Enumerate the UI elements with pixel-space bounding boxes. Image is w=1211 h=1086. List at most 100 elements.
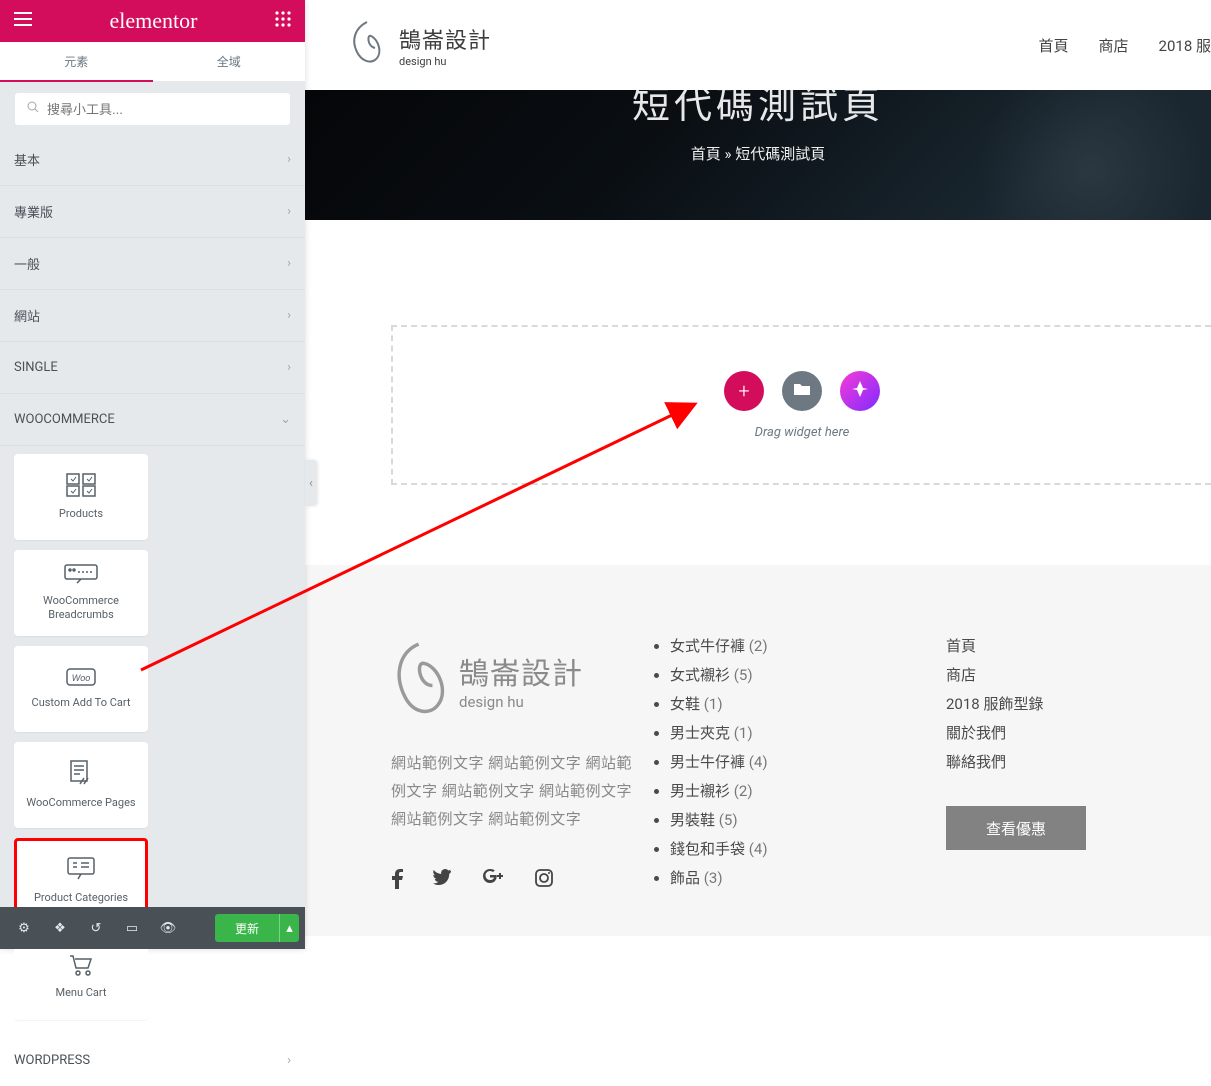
widget-label: WooCommerce Breadcrumbs: [15, 594, 147, 622]
history-button[interactable]: ↺: [78, 907, 114, 949]
panel-tabs: 元素 全域: [0, 42, 305, 82]
nav-catalog[interactable]: 2018 服: [1159, 35, 1211, 56]
settings-button[interactable]: ⚙: [6, 907, 42, 949]
svg-text:Woo: Woo: [72, 673, 91, 683]
list-item[interactable]: 飾品 (3): [670, 867, 946, 888]
collapse-panel-button[interactable]: ‹: [305, 460, 317, 506]
hamburger-icon[interactable]: [14, 12, 32, 30]
elementor-panel: elementor 元素 全域 基本 › 專業版 › 一般 › 網站 › S: [0, 0, 305, 949]
list-item[interactable]: 2018 服飾型錄: [946, 693, 1166, 714]
ai-icon: [851, 380, 869, 402]
tab-elements[interactable]: 元素: [0, 42, 153, 81]
category-general[interactable]: 一般 ›: [0, 238, 305, 290]
facebook-icon[interactable]: [391, 869, 403, 893]
panel-header: elementor: [0, 0, 305, 42]
widget-wc-breadcrumbs[interactable]: WooCommerce Breadcrumbs: [14, 550, 148, 636]
update-dropdown[interactable]: ▴: [279, 914, 299, 942]
footer-description: 網站範例文字 網站範例文字 網站範例文字 網站範例文字 網站範例文字 網站範例文…: [391, 749, 646, 833]
list-item[interactable]: 男裝鞋 (5): [670, 809, 946, 830]
tab-global[interactable]: 全域: [153, 42, 306, 81]
list-item[interactable]: 男士牛仔褲 (4): [670, 751, 946, 772]
preview-button[interactable]: 👁: [150, 907, 186, 949]
category-site[interactable]: 網站 ›: [0, 290, 305, 342]
crumb-sep: »: [721, 145, 735, 163]
site-nav: 首頁 商店 2018 服: [1039, 35, 1211, 56]
chevron-right-icon: ›: [287, 360, 291, 375]
chevron-right-icon: ›: [287, 204, 291, 219]
site-header: 鵠崙設計 design hu 首頁 商店 2018 服: [305, 0, 1211, 90]
google-plus-icon[interactable]: [483, 869, 505, 893]
add-template-button[interactable]: [782, 371, 822, 411]
navigator-button[interactable]: ❖: [42, 907, 78, 949]
gear-icon: ⚙: [18, 921, 30, 936]
chevron-right-icon: ›: [287, 1053, 291, 1068]
site-logo[interactable]: 鵠崙設計 design hu: [347, 20, 491, 70]
eye-icon: 👁: [160, 921, 177, 936]
chevron-right-icon: ›: [287, 308, 291, 323]
editor-section: + Drag widget here: [305, 220, 1211, 565]
list-item[interactable]: 女式牛仔褲 (2): [670, 635, 946, 656]
crumb-current: 短代碼測試頁: [735, 145, 825, 163]
preview-area: 鵠崙設計 design hu 首頁 商店 2018 服 短代碼測試頁 首頁 » …: [305, 0, 1211, 949]
chevron-right-icon: ›: [287, 256, 291, 271]
category-label: 基本: [14, 150, 40, 169]
nav-shop[interactable]: 商店: [1099, 35, 1129, 56]
list-item[interactable]: 錢包和手袋 (4): [670, 838, 946, 859]
list-item[interactable]: 男士夾克 (1): [670, 722, 946, 743]
widget-wc-pages[interactable]: WooCommerce Pages: [14, 742, 148, 828]
category-woocommerce[interactable]: WOOCOMMERCE ⌄: [0, 394, 305, 446]
panel-footer: ⚙ ❖ ↺ ▭ 👁 更新 ▴: [0, 907, 305, 949]
list-item[interactable]: 關於我們: [946, 722, 1166, 743]
folder-icon: [793, 382, 811, 400]
category-label: 專業版: [14, 202, 53, 221]
promo-button[interactable]: 查看優惠: [946, 806, 1086, 850]
category-label: WOOCOMMERCE: [14, 412, 115, 427]
drop-zone[interactable]: + Drag widget here: [391, 325, 1211, 485]
list-item[interactable]: 商店: [946, 664, 1166, 685]
category-label: 網站: [14, 306, 40, 325]
logo-text-cn: 鵠崙設計: [399, 23, 491, 55]
instagram-icon[interactable]: [535, 869, 553, 893]
nav-home[interactable]: 首頁: [1039, 35, 1069, 56]
update-button[interactable]: 更新: [215, 914, 279, 942]
page-title: 短代碼測試頁: [632, 90, 884, 129]
search-widgets[interactable]: [14, 92, 291, 126]
category-label: WORDPRESS: [14, 1053, 90, 1068]
drop-message: Drag widget here: [755, 425, 850, 440]
layers-icon: ❖: [54, 921, 66, 936]
widget-label: WooCommerce Pages: [26, 796, 135, 810]
add-section-button[interactable]: +: [724, 371, 764, 411]
breadcrumb: 首頁 » 短代碼測試頁: [691, 143, 826, 164]
widget-label: Menu Cart: [55, 986, 106, 1000]
plus-icon: +: [738, 379, 749, 403]
list-item[interactable]: 女式襯衫 (5): [670, 664, 946, 685]
list-item[interactable]: 女鞋 (1): [670, 693, 946, 714]
widget-label: Custom Add To Cart: [32, 696, 131, 710]
site-footer: 鵠崙設計 design hu 網站範例文字 網站範例文字 網站範例文字 網站範例…: [305, 565, 1211, 936]
crumb-home[interactable]: 首頁: [691, 145, 721, 163]
footer-category-list: 女式牛仔褲 (2) 女式襯衫 (5) 女鞋 (1) 男士夾克 (1) 男士牛仔褲…: [646, 635, 946, 888]
category-wordpress[interactable]: WORDPRESS ›: [0, 1034, 305, 1086]
footer-nav-list: 首頁 商店 2018 服飾型錄 關於我們 聯絡我們: [946, 635, 1166, 772]
twitter-icon[interactable]: [433, 869, 453, 893]
widget-custom-add-cart[interactable]: Woo Custom Add To Cart: [14, 646, 148, 732]
list-item[interactable]: 聯絡我們: [946, 751, 1166, 772]
responsive-button[interactable]: ▭: [114, 907, 150, 949]
footer-logo-en: design hu: [459, 693, 583, 711]
list-item[interactable]: 首頁: [946, 635, 1166, 656]
responsive-icon: ▭: [126, 921, 138, 936]
chevron-up-icon: ▴: [286, 921, 293, 936]
category-basic[interactable]: 基本 ›: [0, 134, 305, 186]
category-single[interactable]: SINGLE ›: [0, 342, 305, 394]
ai-button[interactable]: [840, 371, 880, 411]
search-input[interactable]: [47, 102, 278, 117]
chevron-right-icon: ›: [287, 152, 291, 167]
footer-logo[interactable]: 鵠崙設計 design hu: [391, 635, 646, 725]
chevron-down-icon: ⌄: [280, 412, 291, 427]
hero-banner: 短代碼測試頁 首頁 » 短代碼測試頁: [305, 90, 1211, 220]
apps-grid-icon[interactable]: [275, 11, 291, 31]
widget-products[interactable]: Products: [14, 454, 148, 540]
history-icon: ↺: [91, 921, 102, 936]
list-item[interactable]: 男士襯衫 (2): [670, 780, 946, 801]
category-pro[interactable]: 專業版 ›: [0, 186, 305, 238]
